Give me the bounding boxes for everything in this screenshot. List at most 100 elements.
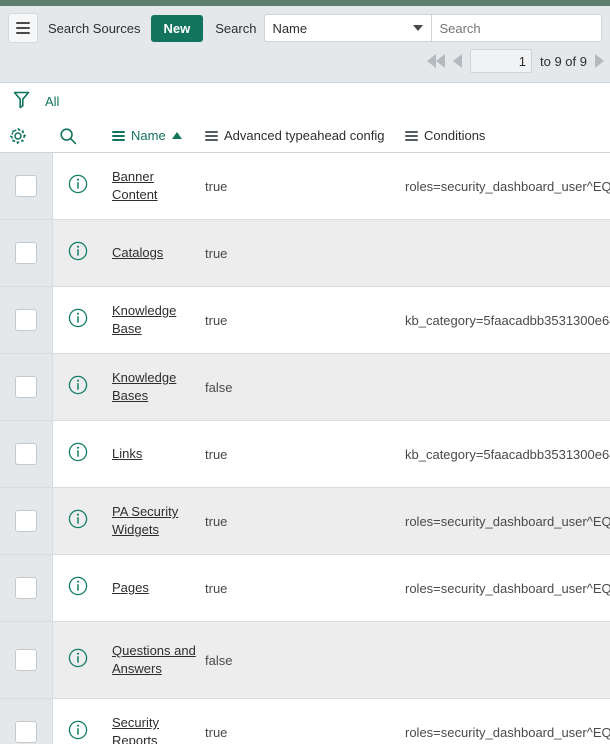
row-select-cell bbox=[0, 354, 53, 420]
column-header-conditions[interactable]: Conditions bbox=[405, 119, 485, 152]
row-cells: Knowledge Base true kb_category=5faacadbb3… bbox=[53, 287, 610, 353]
search-icon[interactable] bbox=[58, 119, 78, 152]
row-cells: Security Reports true roles=security_dashb… bbox=[53, 699, 610, 744]
row-name-cell: Knowledge Bases bbox=[112, 354, 197, 420]
table-row[interactable]: Pages true roles=security_dashboard_user^E… bbox=[0, 555, 610, 622]
row-select-cell bbox=[0, 488, 53, 554]
row-conditions-cell: kb_category=5faacadbb3531300e64b bbox=[405, 421, 610, 487]
record-link[interactable]: Banner Content bbox=[112, 168, 197, 204]
info-icon[interactable] bbox=[67, 307, 89, 334]
record-link[interactable]: Security Reports bbox=[112, 714, 197, 744]
row-checkbox[interactable] bbox=[15, 376, 37, 398]
table-row[interactable]: Banner Content true roles=security_dashboa… bbox=[0, 153, 610, 220]
search-field-select[interactable]: Name bbox=[264, 14, 432, 42]
row-name-cell: Links bbox=[112, 421, 197, 487]
info-icon[interactable] bbox=[67, 508, 89, 535]
pagination: to 9 of 9 bbox=[0, 49, 610, 82]
table-row[interactable]: Questions and Answers false bbox=[0, 622, 610, 699]
row-conditions-cell: roles=security_dashboard_user^EQ bbox=[405, 488, 610, 554]
info-icon[interactable] bbox=[67, 719, 89, 744]
record-link[interactable]: Questions and Answers bbox=[112, 642, 197, 678]
row-select-cell bbox=[0, 220, 53, 286]
row-advanced-cell: true bbox=[205, 153, 227, 219]
table-row[interactable]: Security Reports true roles=security_dashb… bbox=[0, 699, 610, 744]
advanced-typeahead-value: true bbox=[205, 513, 228, 529]
record-link[interactable]: Catalogs bbox=[112, 244, 163, 262]
table-row[interactable]: PA Security Widgets true roles=security_da… bbox=[0, 488, 610, 555]
row-info-cell bbox=[67, 220, 89, 286]
info-icon[interactable] bbox=[67, 575, 89, 602]
row-checkbox[interactable] bbox=[15, 242, 37, 264]
sort-ascending-icon bbox=[171, 132, 182, 139]
row-cells: PA Security Widgets true roles=security_da… bbox=[53, 488, 610, 554]
search-sources-list-page: Search Sources New Search Name Search 1 … bbox=[0, 0, 610, 744]
new-button[interactable]: New bbox=[150, 14, 204, 42]
column-header-name-label: Name bbox=[131, 128, 166, 143]
row-name-cell: Banner Content bbox=[112, 153, 197, 219]
info-icon[interactable] bbox=[67, 441, 89, 468]
conditions-value: kb_category=5faacadbb3531300e64b bbox=[405, 312, 610, 328]
row-info-cell bbox=[67, 622, 89, 698]
row-select-cell bbox=[0, 153, 53, 219]
row-advanced-cell: false bbox=[205, 622, 232, 698]
search-input[interactable] bbox=[432, 19, 601, 37]
record-link[interactable]: PA Security Widgets bbox=[112, 503, 197, 539]
left-arrow-icon bbox=[453, 54, 463, 68]
search-field-select-value: Name bbox=[272, 20, 308, 36]
list-table-body: Banner Content true roles=security_dashboa… bbox=[0, 153, 610, 744]
breadcrumb[interactable]: All bbox=[45, 94, 59, 109]
table-row[interactable]: Knowledge Bases false bbox=[0, 354, 610, 421]
row-name-cell: Knowledge Base bbox=[112, 287, 197, 353]
record-link[interactable]: Links bbox=[112, 445, 142, 463]
row-cells: Pages true roles=security_dashboard_user^E… bbox=[53, 555, 610, 621]
record-link[interactable]: Knowledge Base bbox=[112, 302, 197, 338]
gear-icon[interactable] bbox=[8, 119, 28, 152]
row-checkbox[interactable] bbox=[15, 649, 37, 671]
row-name-cell: Security Reports bbox=[112, 699, 197, 744]
row-info-cell bbox=[67, 354, 89, 420]
row-select-cell bbox=[0, 421, 53, 487]
row-cells: Links true kb_category=5faacadbb3531300e64… bbox=[53, 421, 610, 487]
next-page-button[interactable] bbox=[595, 54, 604, 68]
header-toolbar: Search Sources New Search Name bbox=[0, 6, 610, 49]
table-row[interactable]: Knowledge Base true kb_category=5faacadbb3… bbox=[0, 287, 610, 354]
first-page-button[interactable] bbox=[427, 54, 446, 68]
info-icon[interactable] bbox=[67, 374, 89, 401]
prev-page-button[interactable] bbox=[453, 54, 463, 68]
row-advanced-cell: true bbox=[205, 421, 227, 487]
row-cells: Banner Content true roles=security_dashboa… bbox=[53, 153, 610, 219]
row-cells: Knowledge Bases false bbox=[53, 354, 610, 420]
info-icon[interactable] bbox=[67, 647, 89, 674]
row-select-cell bbox=[0, 622, 53, 698]
column-menu-icon-name bbox=[112, 130, 125, 141]
conditions-value: kb_category=5faacadbb3531300e64b bbox=[405, 446, 610, 462]
search-input-wrapper bbox=[431, 14, 602, 42]
row-checkbox[interactable] bbox=[15, 309, 37, 331]
row-checkbox[interactable] bbox=[15, 443, 37, 465]
row-info-cell bbox=[67, 488, 89, 554]
table-row[interactable]: Catalogs true bbox=[0, 220, 610, 287]
funnel-icon[interactable] bbox=[12, 89, 31, 114]
table-row[interactable]: Links true kb_category=5faacadbb3531300e64… bbox=[0, 421, 610, 488]
column-header-name[interactable]: Name bbox=[112, 119, 182, 152]
search-controls: Name bbox=[264, 14, 602, 42]
search-label: Search bbox=[215, 20, 257, 36]
row-checkbox[interactable] bbox=[15, 175, 37, 197]
row-name-cell: PA Security Widgets bbox=[112, 488, 197, 554]
info-icon[interactable] bbox=[67, 173, 89, 200]
filter-bar: All bbox=[0, 83, 610, 119]
row-info-cell bbox=[67, 153, 89, 219]
hamburger-icon[interactable] bbox=[8, 13, 38, 43]
page-number-input[interactable] bbox=[470, 49, 533, 73]
row-checkbox[interactable] bbox=[15, 510, 37, 532]
row-checkbox[interactable] bbox=[15, 721, 37, 743]
row-name-cell: Questions and Answers bbox=[112, 622, 197, 698]
row-checkbox[interactable] bbox=[15, 577, 37, 599]
row-name-cell: Pages bbox=[112, 555, 197, 621]
column-header-advanced-typeahead-config[interactable]: Advanced typeahead config bbox=[205, 119, 384, 152]
record-link[interactable]: Pages bbox=[112, 579, 149, 597]
info-icon[interactable] bbox=[67, 240, 89, 267]
page-title: Search Sources bbox=[48, 20, 141, 36]
advanced-typeahead-value: true bbox=[205, 245, 228, 261]
record-link[interactable]: Knowledge Bases bbox=[112, 369, 197, 405]
